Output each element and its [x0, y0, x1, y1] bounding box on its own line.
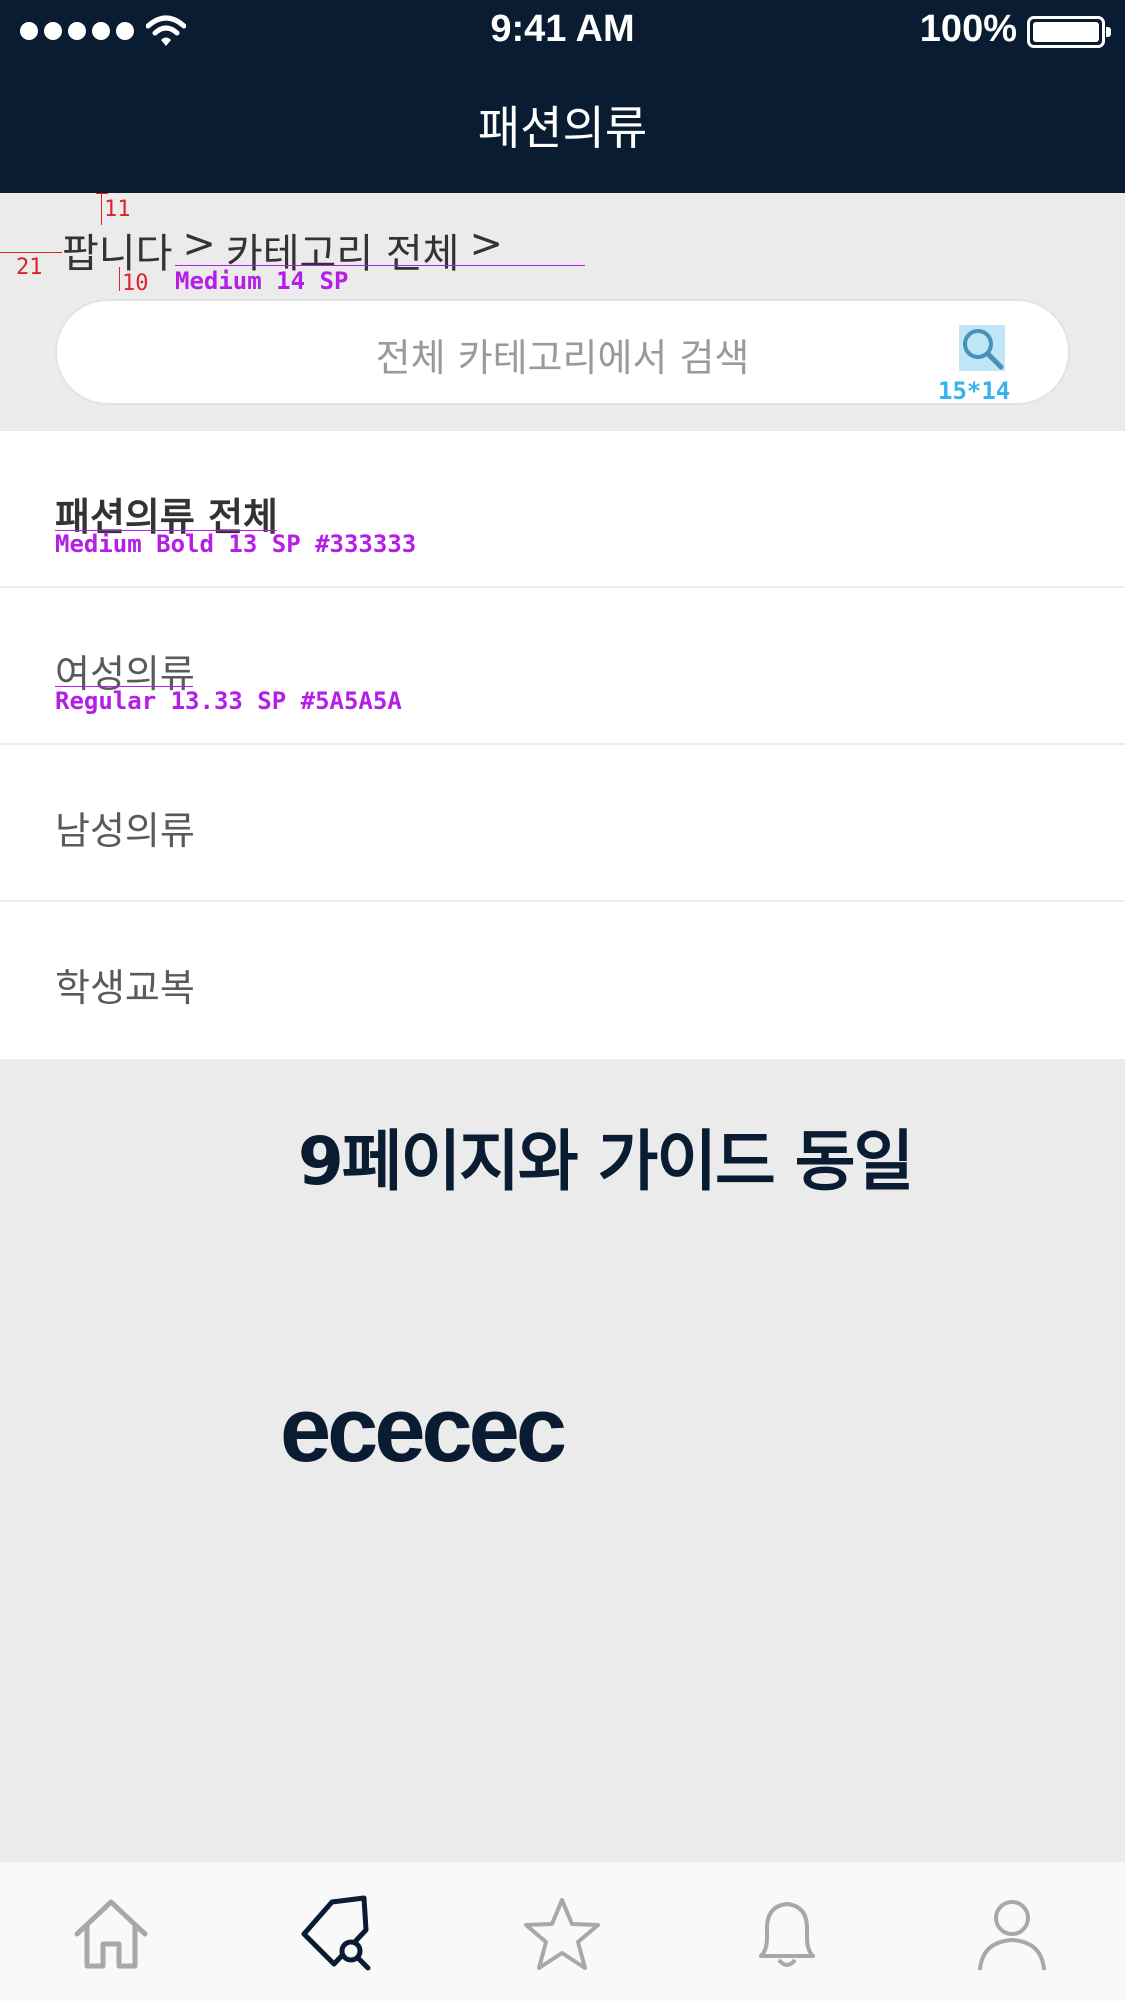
search-area: 팝니다 > 카테고리 전체 > 11 21 10 Medium 14 SP #3… — [0, 193, 1125, 431]
tab-favorites[interactable] — [522, 1894, 602, 1974]
bell-icon — [759, 1902, 815, 1967]
search-input[interactable]: 전체 카테고리에서 검색 — [55, 299, 1070, 405]
spec-underline — [175, 265, 585, 266]
breadcrumb-item-sell[interactable]: 팝니다 — [62, 221, 172, 279]
spacing-guide-line — [119, 267, 120, 291]
breadcrumb-separator: > — [469, 221, 503, 267]
tag-search-icon — [301, 1895, 371, 1971]
tab-profile[interactable] — [972, 1894, 1052, 1974]
tab-home[interactable] — [71, 1894, 151, 1974]
status-bar: 9:41 AM 100% — [0, 0, 1125, 62]
list-item-school-uniform[interactable]: 학생교복 — [0, 902, 1125, 1059]
nav-bar: 패션의류 — [0, 62, 1125, 193]
tab-notifications[interactable] — [747, 1894, 827, 1974]
spacing-annotation-below: 10 — [122, 271, 149, 296]
list-item-womens[interactable]: 여성의류 Regular 13.33 SP #5A5A5A — [0, 588, 1125, 745]
background-color-label: ececec — [280, 1379, 567, 1481]
page-title: 패션의류 — [477, 101, 648, 155]
active-item-font-spec: Medium Bold 13 SP #333333 — [55, 530, 417, 558]
spacing-guide-line — [101, 193, 102, 225]
spacing-annotation-top: 11 — [104, 197, 131, 222]
list-item-label: 남성의류 — [55, 809, 195, 853]
battery-icon — [1027, 16, 1111, 48]
spacing-guide-line — [96, 193, 108, 194]
item-font-spec: Regular 13.33 SP #5A5A5A — [55, 687, 402, 715]
spacing-annotation-left: 21 — [16, 255, 43, 280]
list-item-label: 학생교복 — [55, 966, 195, 1010]
user-icon — [978, 1900, 1046, 1971]
list-item-fashion-all[interactable]: 패션의류 전체 Medium Bold 13 SP #333333 — [0, 431, 1125, 588]
tab-bar — [0, 1862, 1125, 2001]
spacing-guide-line — [0, 252, 62, 253]
search-icon[interactable] — [959, 325, 1005, 371]
icon-size-spec: 15*14 — [938, 377, 1011, 405]
tab-category[interactable] — [298, 1894, 378, 1974]
battery-percent: 100% — [919, 8, 1017, 50]
star-icon — [524, 1898, 600, 1970]
breadcrumb-font-spec: Medium 14 SP — [175, 267, 349, 295]
home-icon — [74, 1899, 148, 1969]
list-item-mens[interactable]: 남성의류 — [0, 745, 1125, 902]
search-placeholder: 전체 카테고리에서 검색 — [375, 336, 750, 380]
category-list: 패션의류 전체 Medium Bold 13 SP #333333 여성의류 R… — [0, 431, 1125, 1059]
guide-note: 9페이지와 가이드 동일 — [297, 1123, 914, 1200]
